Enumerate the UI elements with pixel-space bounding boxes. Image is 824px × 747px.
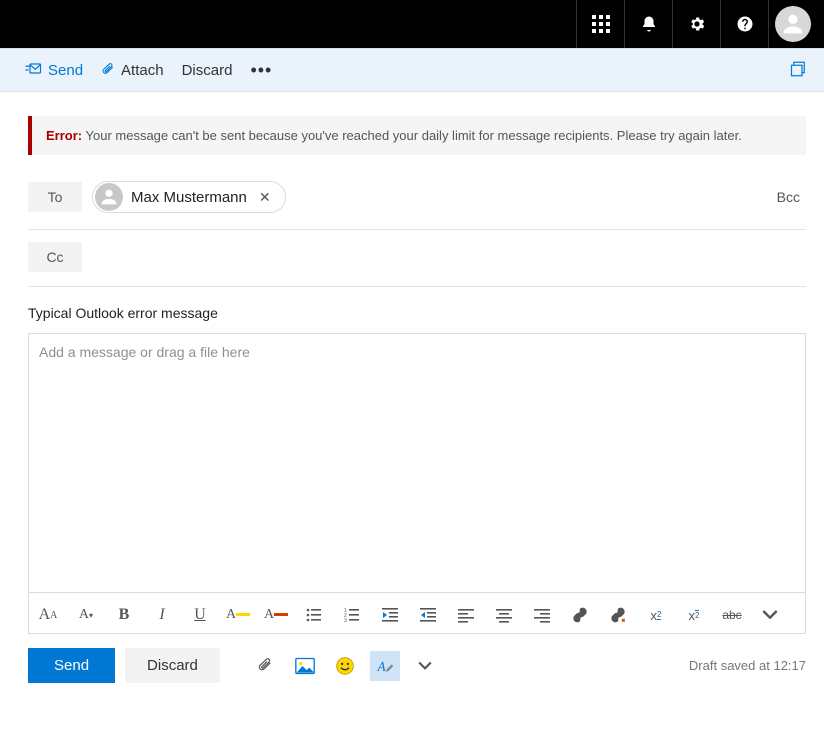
attach-button[interactable]: Attach xyxy=(101,61,164,79)
recipient-name: Max Mustermann xyxy=(131,189,247,206)
subscript-icon[interactable]: x2 xyxy=(681,603,707,627)
popout-icon[interactable] xyxy=(790,60,808,81)
bottom-actions: Send Discard A Draft saved at 12:17 xyxy=(28,634,806,683)
bcc-button[interactable]: Bcc xyxy=(777,189,806,205)
bold-icon[interactable]: B xyxy=(111,603,137,627)
apps-icon[interactable] xyxy=(576,0,624,48)
help-icon[interactable] xyxy=(720,0,768,48)
error-message: Your message can't be sent because you'v… xyxy=(86,128,742,143)
italic-icon[interactable]: I xyxy=(149,603,175,627)
subject-input[interactable] xyxy=(28,305,806,321)
to-row: To Max Mustermann ✕ Bcc xyxy=(28,179,806,230)
person-avatar-icon xyxy=(95,183,123,211)
attach-label: Attach xyxy=(121,62,164,79)
recipient-chip[interactable]: Max Mustermann ✕ xyxy=(92,181,286,213)
send-primary-button[interactable]: Send xyxy=(28,648,115,683)
remove-link-icon[interactable] xyxy=(605,603,631,627)
account-avatar[interactable] xyxy=(768,0,816,48)
highlight-icon[interactable]: A xyxy=(225,603,251,627)
draft-saved-status: Draft saved at 12:17 xyxy=(689,658,806,673)
decrease-indent-icon[interactable] xyxy=(377,603,403,627)
cc-button[interactable]: Cc xyxy=(28,242,82,272)
insert-emoji-icon[interactable] xyxy=(330,651,360,681)
to-button[interactable]: To xyxy=(28,182,82,212)
insert-link-icon[interactable] xyxy=(567,603,593,627)
font-color-icon[interactable]: A xyxy=(263,603,289,627)
error-banner: Error: Your message can't be sent becaus… xyxy=(28,116,806,155)
bulleted-list-icon[interactable] xyxy=(301,603,327,627)
send-button[interactable]: Send xyxy=(24,62,83,79)
discard-label: Discard xyxy=(182,62,233,79)
font-size-icon[interactable]: AA xyxy=(35,603,61,627)
discard-button[interactable]: Discard xyxy=(182,62,233,79)
more-actions-icon[interactable] xyxy=(410,651,440,681)
svg-text:A: A xyxy=(376,659,386,674)
numbered-list-icon[interactable]: 123 xyxy=(339,603,365,627)
format-more-icon[interactable] xyxy=(757,603,783,627)
font-family-icon[interactable]: A▾ xyxy=(73,603,99,627)
notifications-icon[interactable] xyxy=(624,0,672,48)
toggle-format-toolbar-icon[interactable]: A xyxy=(370,651,400,681)
error-label: Error: xyxy=(46,128,82,143)
compose-pane: Error: Your message can't be sent becaus… xyxy=(0,92,824,707)
align-center-icon[interactable] xyxy=(491,603,517,627)
cc-row: Cc xyxy=(28,230,806,287)
message-body[interactable]: Add a message or drag a file here xyxy=(28,333,806,593)
underline-icon[interactable]: U xyxy=(187,603,213,627)
subject-row xyxy=(28,287,806,333)
settings-icon[interactable] xyxy=(672,0,720,48)
strikethrough-icon[interactable]: abc xyxy=(719,603,745,627)
more-menu-icon[interactable]: ••• xyxy=(250,60,272,81)
format-toolbar: AA A▾ B I U A A 123 x2 x2 abc xyxy=(28,593,806,634)
insert-picture-icon[interactable] xyxy=(290,651,320,681)
compose-toolbar: Send Attach Discard ••• xyxy=(0,48,824,92)
align-right-icon[interactable] xyxy=(529,603,555,627)
align-left-icon[interactable] xyxy=(453,603,479,627)
app-header xyxy=(0,0,824,48)
superscript-icon[interactable]: x2 xyxy=(643,603,669,627)
increase-indent-icon[interactable] xyxy=(415,603,441,627)
send-label: Send xyxy=(48,62,83,79)
discard-secondary-button[interactable]: Discard xyxy=(125,648,220,683)
remove-recipient-icon[interactable]: ✕ xyxy=(255,189,275,206)
attach-file-icon[interactable] xyxy=(250,651,280,681)
svg-text:3: 3 xyxy=(344,618,347,623)
